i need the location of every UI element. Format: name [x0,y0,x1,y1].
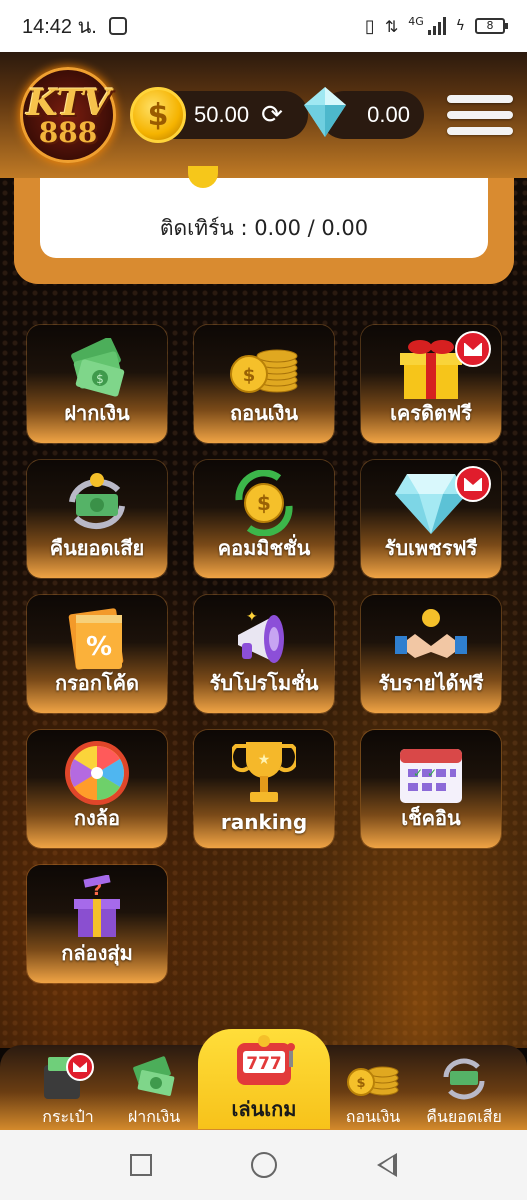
network-type: 4G [408,14,424,28]
menu-label: ถอนเงิน [229,401,299,425]
coin-icon [188,166,218,188]
menu-label: รับเพชรฟรี [384,536,478,560]
menu-free-income[interactable]: รับรายได้ฟรี [361,595,501,713]
menu-label: คืนยอดเสีย [49,536,145,560]
cash-icon [108,1053,200,1103]
svg-text:✦: ✦ [246,609,258,625]
notification-icon [108,17,127,35]
mystery-box-icon: ? [57,875,137,941]
menu-label: รับรายได้ฟรี [378,671,484,695]
megaphone-icon: ✦ [224,605,304,671]
coins-stack-icon: $ [224,335,304,401]
svg-text:$: $ [257,491,271,515]
cash-icon: $ [57,335,137,401]
handshake-icon [391,605,471,671]
menu-promotion[interactable]: ✦ รับโปรโมชั่น [194,595,334,713]
mail-icon [455,466,491,502]
status-bar: 14:42 น. ▯ ⇅ 4G ϟ 8 [0,0,527,52]
nav-cashback[interactable]: คืนยอดเสีย [418,1053,510,1130]
svg-text:$: $ [356,1076,365,1091]
menu-wheel[interactable]: กงล้อ [27,730,167,848]
logo-number: 888 [38,115,98,149]
menu-free-credit[interactable]: เครดิตฟรี [361,325,501,443]
menu-label: คอมมิชชั่น [217,536,311,560]
charging-icon: ϟ [455,18,465,34]
data-transfer-icon: ⇅ [384,16,399,36]
signal-icon [427,17,446,35]
svg-text:$: $ [243,365,256,386]
svg-text:★: ★ [258,752,271,768]
nav-label: ถอนเงิน [345,1107,401,1126]
home-button[interactable] [251,1152,278,1178]
ktv888-logo[interactable]: KTV 888 [14,67,122,163]
diamond-icon [304,87,346,137]
coins-stack-icon: $ [327,1053,419,1103]
nav-label: คืนยอดเสีย [426,1107,502,1126]
slot-machine-icon: 777 [198,1029,330,1093]
coin-balance: 50.00 [194,102,250,127]
calendar-icon: ✓ ✓ [391,740,471,806]
menu-commission[interactable]: $ คอมมิชชั่น [194,460,334,578]
vibrate-icon: ▯ [364,15,375,37]
menu-label: รับโปรโมชั่น [209,671,319,695]
menu-label: เช็คอิน [401,806,461,830]
menu-check-in[interactable]: ✓ ✓ เช็คอิน [361,730,501,848]
menu-label: ฝากเงิน [64,401,130,425]
nav-wallet[interactable]: กระเป๋า [22,1053,114,1130]
menu-label: กรอกโค้ด [54,671,140,695]
svg-text:✓: ✓ [427,766,437,780]
menu-label: กงล้อ [73,806,121,830]
turnover-card: ติดเทิร์น : 0.00 / 0.00 [40,166,488,258]
battery-level: 8 [486,19,494,32]
nav-label: ฝากเงิน [127,1107,181,1126]
svg-text:%: % [86,632,112,662]
menu-enter-code[interactable]: % กรอกโค้ด [27,595,167,713]
gem-balance-pill: 0.00 [304,87,424,139]
menu-grid: $ ฝากเงิน $ ถอนเงิน เครดิตฟรี คืนยอดเสีย… [27,325,501,983]
mail-icon [455,331,491,367]
menu-label: เครดิตฟรี [390,401,472,425]
nav-play-game[interactable]: 777 เล่นเกม [198,1029,330,1129]
nav-label: กระเป๋า [42,1107,94,1126]
recent-apps-button[interactable] [129,1154,152,1176]
gem-balance: 0.00 [367,102,410,127]
menu-icon[interactable] [447,91,513,139]
nav-deposit[interactable]: ฝากเงิน [108,1053,200,1130]
commission-coin-icon: $ [224,470,304,536]
menu-mystery-box[interactable]: ? กล่องสุ่ม [27,865,167,983]
menu-deposit[interactable]: $ ฝากเงิน [27,325,167,443]
menu-cashback[interactable]: คืนยอดเสีย [27,460,167,578]
menu-withdraw[interactable]: $ ถอนเงิน [194,325,334,443]
menu-free-diamonds[interactable]: รับเพชรฟรี [361,460,501,578]
wallet-icon [22,1053,114,1103]
menu-label: ranking [220,810,308,834]
gold-coin-icon: $ [130,87,186,143]
app-header: KTV 888 $ 50.00 ⟳ 0.00 [0,52,527,178]
status-indicators: ▯ ⇅ 4G ϟ 8 [364,14,508,37]
svg-text:$: $ [96,372,104,386]
menu-label: กล่องสุ่ม [61,941,133,965]
coupon-icon: % [57,605,137,671]
trophy-icon: ★ [224,740,304,806]
turnover-card-frame: ติดเทิร์น : 0.00 / 0.00 [14,166,514,284]
battery-icon: 8 [475,18,508,34]
turnover-text: ติดเทิร์น : 0.00 / 0.00 [159,215,369,240]
status-time: 14:42 น. [22,16,97,38]
menu-ranking[interactable]: ★ ranking [194,730,334,848]
cashback-icon [418,1053,510,1103]
nav-withdraw[interactable]: $ ถอนเงิน [327,1053,419,1130]
back-button[interactable] [377,1153,398,1177]
nav-label: เล่นเกม [231,1097,297,1121]
coin-balance-pill: $ 50.00 ⟳ [130,87,308,143]
cashback-icon [57,470,137,536]
system-nav-bar [0,1130,527,1200]
wheel-icon [57,740,137,806]
svg-text:✓: ✓ [413,766,423,780]
slot-text: 777 [246,1054,282,1074]
refresh-icon[interactable]: ⟳ [261,100,283,130]
